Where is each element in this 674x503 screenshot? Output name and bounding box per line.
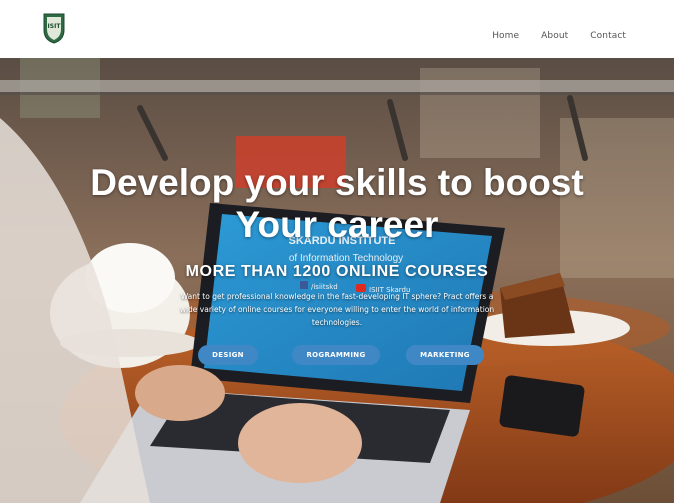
hero-subheadline: MORE THAN 1200 ONLINE COURSES (185, 263, 489, 280)
nav-link-about[interactable]: About (541, 31, 568, 41)
marketing-button[interactable]: MARKETING (406, 345, 484, 365)
hero-headline-line1: Develop your skills to boost (90, 162, 584, 203)
hero-description: Want to get professional knowledge in th… (179, 292, 495, 327)
nav-link-contact[interactable]: Contact (590, 31, 626, 41)
main-nav: Home About Contact (492, 31, 626, 41)
nav-link-home[interactable]: Home (492, 31, 519, 41)
logo-emblem[interactable]: ISIT (40, 12, 68, 44)
design-button[interactable]: DESIGN (198, 345, 258, 365)
svg-text:ISIT: ISIT (48, 23, 62, 30)
hero-headline-line2: Your career (235, 204, 439, 245)
navbar: ISIT Home About Contact (0, 0, 674, 58)
hero-section: SKARDU INSTITUTE of Information Technolo… (0, 58, 674, 503)
programming-button[interactable]: ROGRAMMING (292, 345, 380, 365)
